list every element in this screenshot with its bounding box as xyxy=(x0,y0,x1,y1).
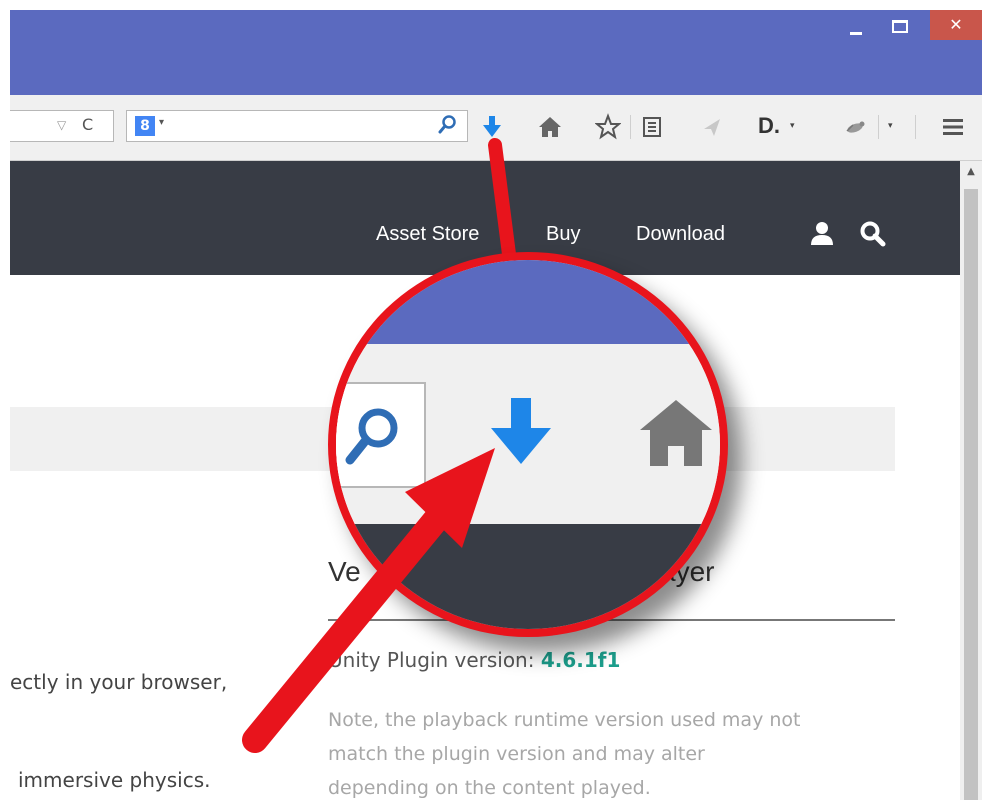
download-icon xyxy=(491,398,551,464)
search-input[interactable]: 8 ▾ xyxy=(126,110,468,142)
note-line: match the plugin version and may alter xyxy=(328,743,705,765)
scrollbar-thumb[interactable] xyxy=(964,189,978,800)
toolbar-separator xyxy=(630,115,631,139)
note-line: Note, the playback runtime version used … xyxy=(328,709,801,731)
zoom-toolbar xyxy=(336,344,720,524)
search-icon[interactable] xyxy=(858,219,886,247)
user-icon[interactable] xyxy=(808,219,836,247)
plugin-version-label: Unity Plugin version: xyxy=(328,648,541,672)
toolbar-separator xyxy=(878,115,879,139)
close-button[interactable]: ✕ xyxy=(930,10,982,40)
plugin-version-value: 4.6.1f1 xyxy=(540,648,621,672)
download-icon[interactable] xyxy=(480,113,504,141)
home-icon xyxy=(640,400,712,466)
plugin-version-line: Unity Plugin version: 4.6.1f1 xyxy=(328,648,620,672)
search-icon xyxy=(345,408,398,465)
search-icon[interactable] xyxy=(437,114,457,136)
bird-icon[interactable] xyxy=(843,113,869,141)
extension-dropdown-icon[interactable]: ▾ xyxy=(790,121,795,131)
overflow-dropdown-icon[interactable]: ▾ xyxy=(888,121,893,131)
body-text-line: ectly in your browser, xyxy=(10,670,228,694)
nav-download[interactable]: Download xyxy=(636,223,725,246)
scroll-up-icon[interactable]: ▲ xyxy=(960,161,982,183)
nav-buy[interactable]: Buy xyxy=(546,223,580,246)
toolbar-separator xyxy=(915,115,916,139)
maximize-button[interactable] xyxy=(892,20,908,33)
minimize-button[interactable] xyxy=(850,32,862,35)
home-icon[interactable] xyxy=(537,113,563,141)
extension-button[interactable]: D. xyxy=(758,113,780,139)
url-history-dropdown-icon[interactable]: ▽ xyxy=(57,118,66,132)
window-title-bar: ✕ xyxy=(10,10,982,95)
body-text-line: immersive physics. xyxy=(18,768,211,792)
send-icon[interactable] xyxy=(700,113,724,141)
menu-icon[interactable] xyxy=(940,113,966,141)
reading-list-icon[interactable] xyxy=(640,113,664,141)
reload-icon[interactable]: C xyxy=(82,115,93,134)
zoom-title-bar xyxy=(336,260,720,344)
note-line: depending on the content played. xyxy=(328,777,651,799)
zoom-search-box xyxy=(336,382,426,488)
search-engine-dropdown-icon[interactable]: ▾ xyxy=(159,117,164,128)
scrollbar[interactable]: ▲ xyxy=(960,161,982,800)
nav-asset-store[interactable]: Asset Store xyxy=(376,223,479,246)
close-icon: ✕ xyxy=(949,15,963,34)
zoom-callout xyxy=(328,252,728,637)
search-engine-icon[interactable]: 8 xyxy=(135,116,155,136)
url-bar[interactable]: ▽ C xyxy=(10,110,114,142)
browser-toolbar: ▽ C 8 ▾ D. ▾ ▾ xyxy=(10,95,982,161)
star-icon[interactable] xyxy=(595,113,621,141)
plugin-note: Note, the playback runtime version used … xyxy=(328,703,908,800)
zoom-header xyxy=(336,524,720,629)
